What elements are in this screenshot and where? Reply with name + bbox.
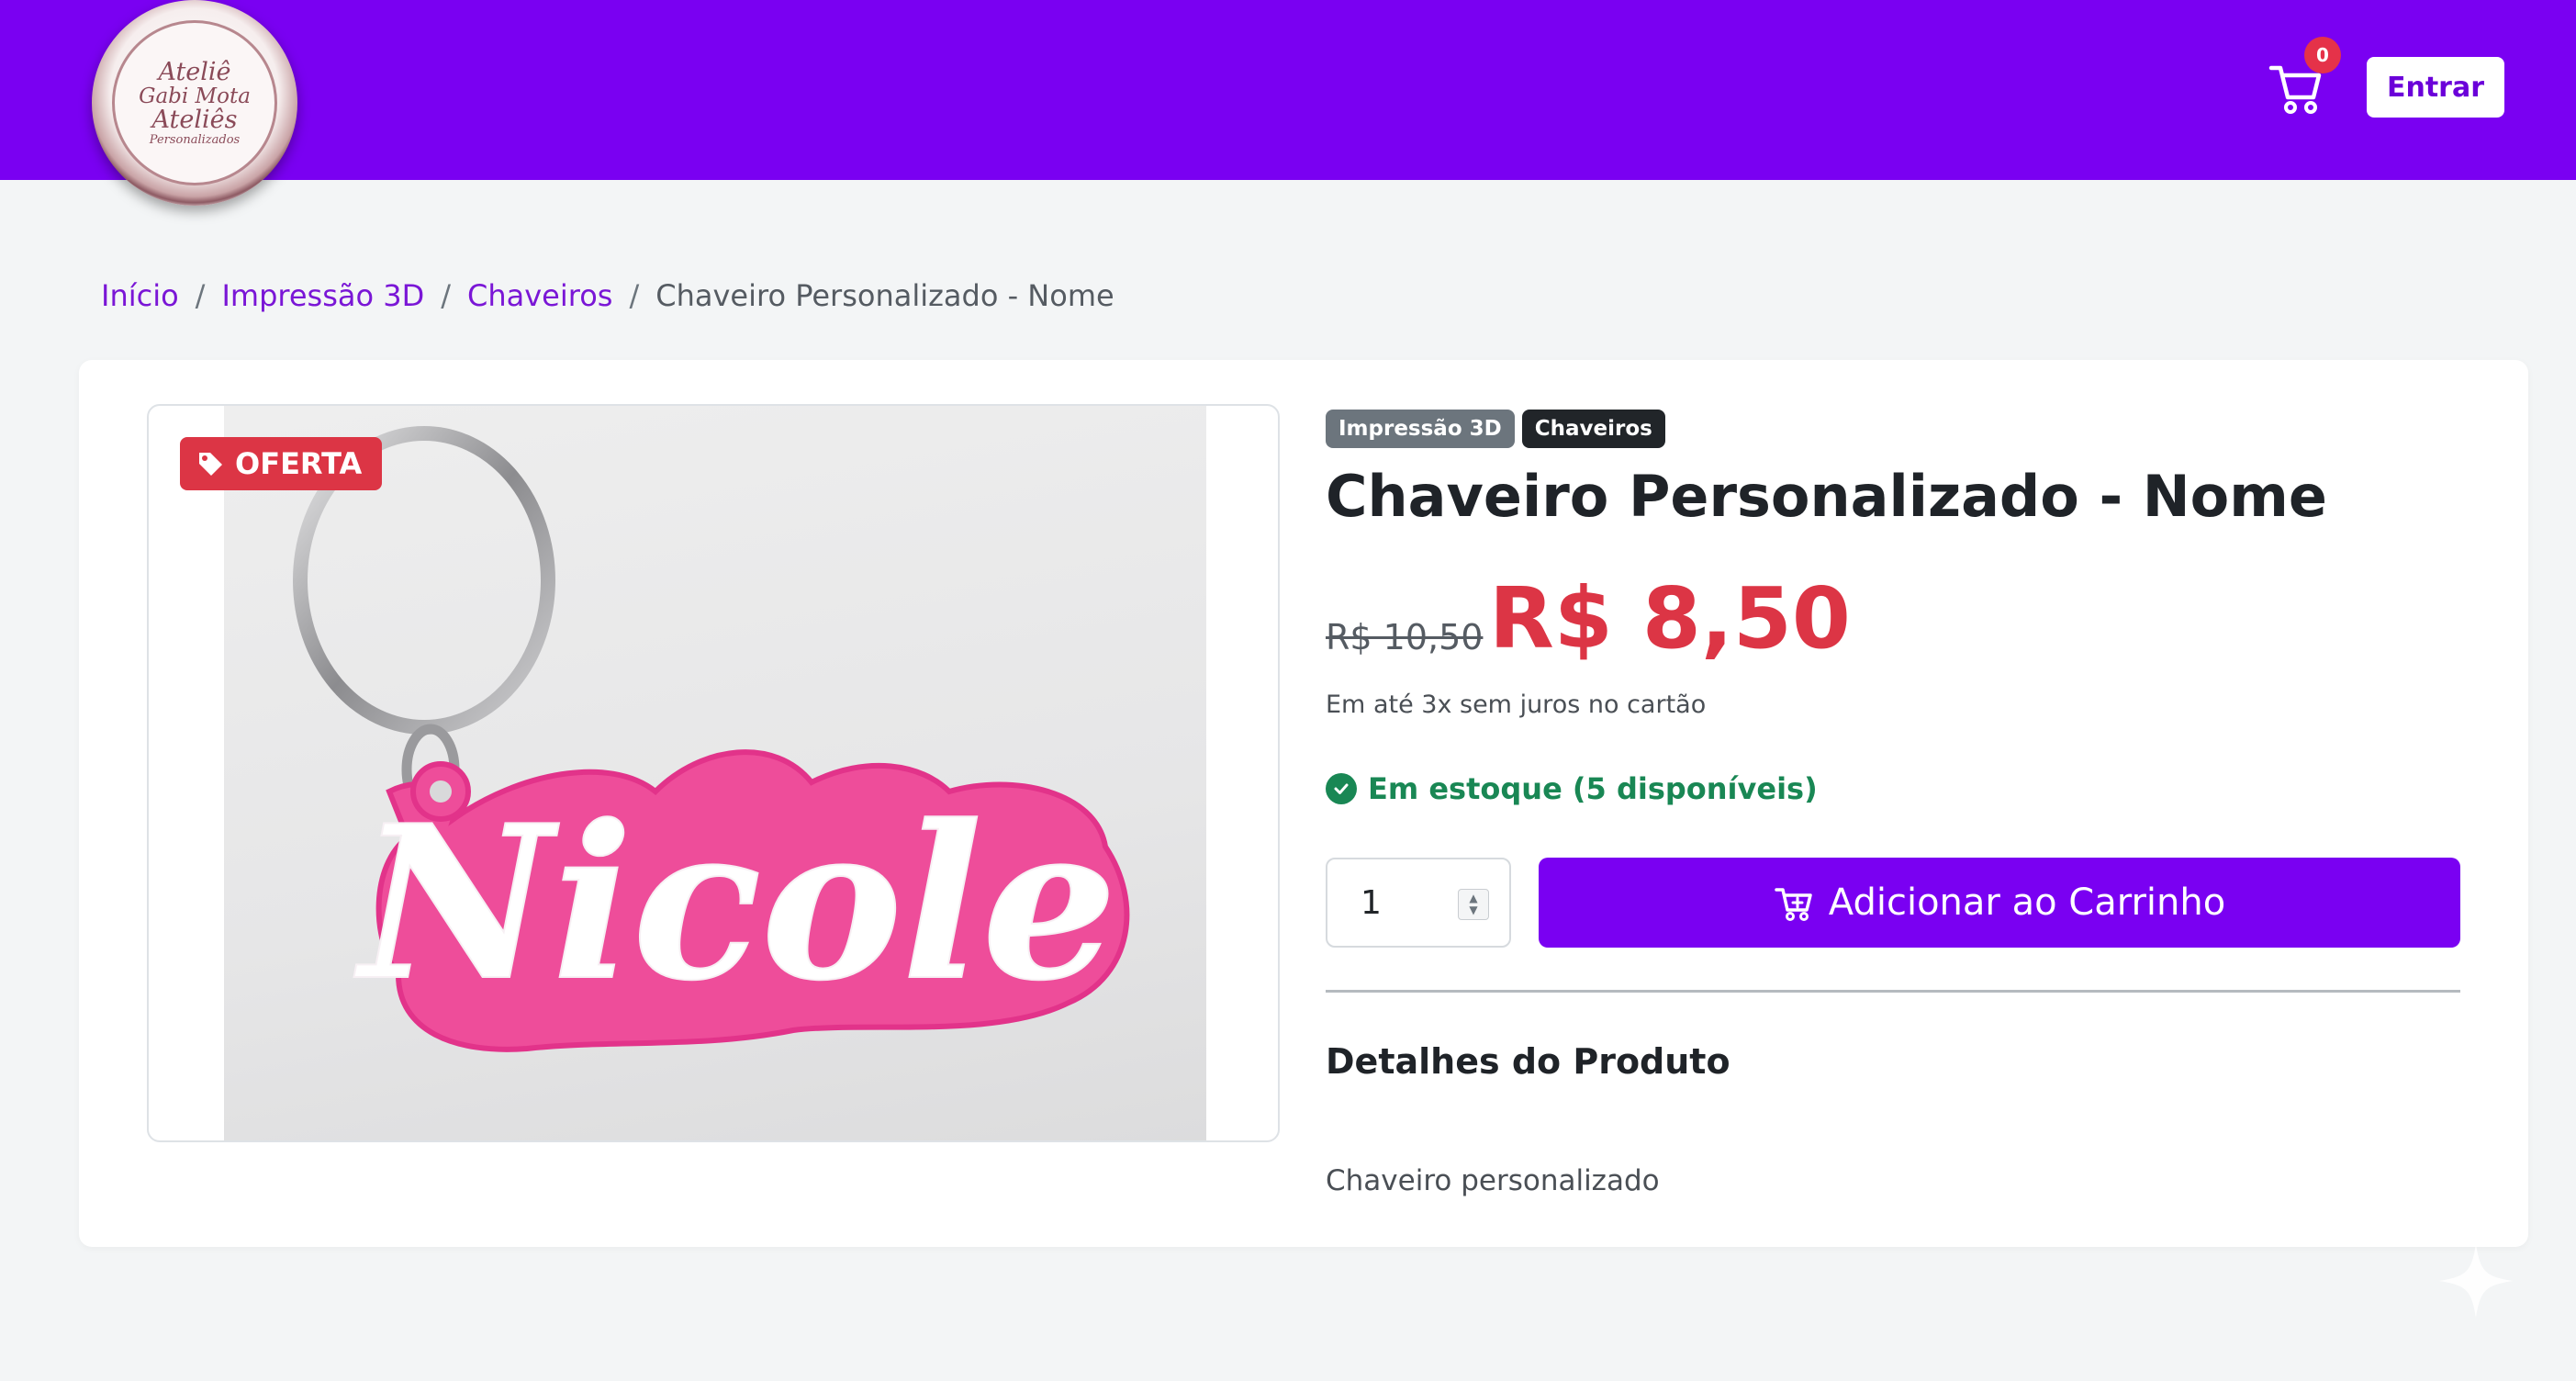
quantity-value: 1: [1361, 883, 1382, 922]
details-description: Chaveiro personalizado: [1326, 1164, 1660, 1197]
breadcrumb-home[interactable]: Início: [101, 278, 179, 313]
breadcrumb-separator: /: [629, 278, 640, 313]
product-image-frame: Nicole: [147, 404, 1280, 1142]
breadcrumb-separator: /: [195, 278, 206, 313]
check-circle-icon: [1326, 773, 1357, 804]
cart-plus-icon: [1775, 888, 1812, 921]
logo-line-2: Gabi Mota: [139, 84, 251, 109]
installments-info: Em até 3x sem juros no cartão: [1326, 690, 1707, 719]
current-price: R$ 8,50: [1489, 569, 1851, 668]
divider: [1326, 990, 2460, 993]
details-heading: Detalhes do Produto: [1326, 1041, 1730, 1082]
tag-icon: [199, 453, 222, 476]
chevron-down-icon[interactable]: ▼: [1469, 904, 1477, 916]
keychain-name-text: Nicole: [353, 780, 1117, 1027]
offer-badge: OFERTA: [180, 437, 383, 490]
store-logo[interactable]: Ateliê Gabi Mota Ateliês Personalizados: [92, 0, 297, 206]
logo-line-3: Ateliês: [151, 106, 238, 135]
logo-line-4: Personalizados: [149, 132, 241, 147]
quantity-input[interactable]: 1 ▲ ▼: [1326, 858, 1511, 948]
stock-status: Em estoque (5 disponíveis): [1326, 771, 1818, 806]
breadcrumb-current: Chaveiro Personalizado - Nome: [655, 278, 1114, 313]
old-price: R$ 10,50: [1326, 617, 1484, 657]
breadcrumb-impressao-3d[interactable]: Impressão 3D: [221, 278, 424, 313]
logo-badge: Ateliê Gabi Mota Ateliês Personalizados: [112, 20, 277, 185]
logo-line-1: Ateliê: [158, 57, 231, 86]
category-tags: Impressão 3D Chaveiros: [1326, 410, 1665, 448]
tag-chaveiros[interactable]: Chaveiros: [1521, 410, 1665, 448]
top-navbar: [0, 0, 2576, 180]
breadcrumb-chaveiros[interactable]: Chaveiros: [467, 278, 612, 313]
tag-impressao-3d[interactable]: Impressão 3D: [1326, 410, 1515, 448]
breadcrumb-separator: /: [441, 278, 451, 313]
breadcrumb: Início / Impressão 3D / Chaveiros / Chav…: [101, 275, 1114, 316]
login-button[interactable]: Entrar: [2367, 57, 2504, 118]
sparkle-icon: [2439, 1244, 2513, 1318]
product-image[interactable]: Nicole: [224, 406, 1206, 1140]
quantity-stepper[interactable]: ▲ ▼: [1458, 889, 1489, 920]
add-to-cart-label: Adicionar ao Carrinho: [1828, 881, 2226, 924]
stock-label: Em estoque (5 disponíveis): [1368, 771, 1818, 806]
offer-label: OFERTA: [235, 446, 363, 481]
cart-count-badge: 0: [2304, 37, 2341, 73]
product-title: Chaveiro Personalizado - Nome: [1326, 463, 2327, 530]
add-to-cart-button[interactable]: Adicionar ao Carrinho: [1539, 858, 2460, 948]
